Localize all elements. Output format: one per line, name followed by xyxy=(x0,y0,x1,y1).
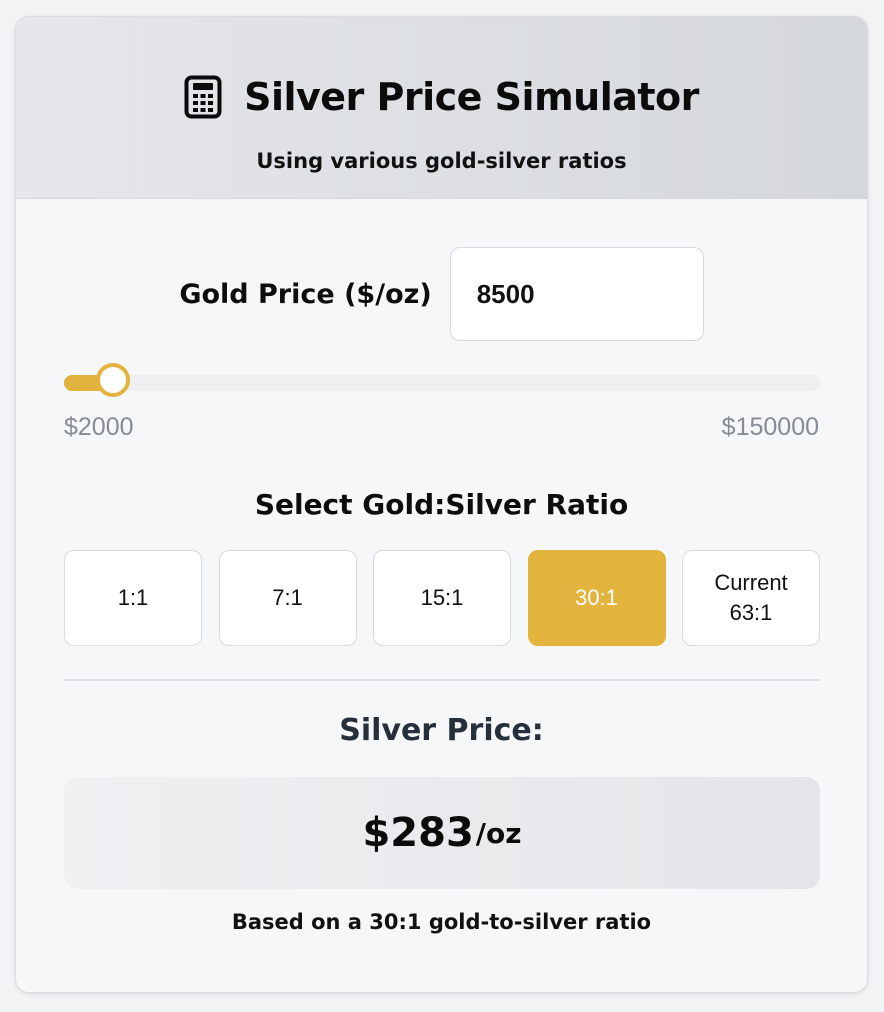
calculator-icon xyxy=(184,75,222,119)
silver-price-display: $283 /oz xyxy=(64,777,820,889)
ratio-button-group: 1:1 7:1 15:1 30:1 Current 63:1 xyxy=(64,550,820,646)
silver-price-unit: /oz xyxy=(475,816,522,850)
gold-price-label: Gold Price ($/oz) xyxy=(179,278,432,310)
gold-price-slider[interactable] xyxy=(64,363,820,397)
ratio-button-15-1[interactable]: 15:1 xyxy=(373,550,511,646)
slider-track[interactable] xyxy=(64,375,820,391)
ratio-button-30-1[interactable]: 30:1 xyxy=(527,550,666,646)
silver-price-heading: Silver Price: xyxy=(339,713,544,748)
page-title: Silver Price Simulator xyxy=(244,75,699,119)
gold-price-row: Gold Price ($/oz) xyxy=(16,247,867,341)
title-row: Silver Price Simulator xyxy=(16,75,867,119)
ratio-button-current-63-1[interactable]: Current 63:1 xyxy=(682,550,820,646)
slider-max-label: $150000 xyxy=(721,413,819,441)
section-divider xyxy=(64,679,820,681)
ratio-basis-note: Based on a 30:1 gold-to-silver ratio xyxy=(231,910,652,934)
gold-price-input[interactable] xyxy=(449,247,704,341)
slider-min-label: $2000 xyxy=(64,413,134,441)
silver-price-value: $283 xyxy=(362,810,474,856)
ratio-button-7-1[interactable]: 7:1 xyxy=(218,550,357,646)
ratio-button-1-1[interactable]: 1:1 xyxy=(64,550,202,646)
simulator-card: Silver Price Simulator Using various gol… xyxy=(15,16,868,993)
page-subtitle: Using various gold-silver ratios xyxy=(256,149,627,173)
slider-thumb[interactable] xyxy=(95,363,130,397)
ratio-heading: Select Gold:Silver Ratio xyxy=(254,488,629,521)
header: Silver Price Simulator Using various gol… xyxy=(16,17,867,199)
